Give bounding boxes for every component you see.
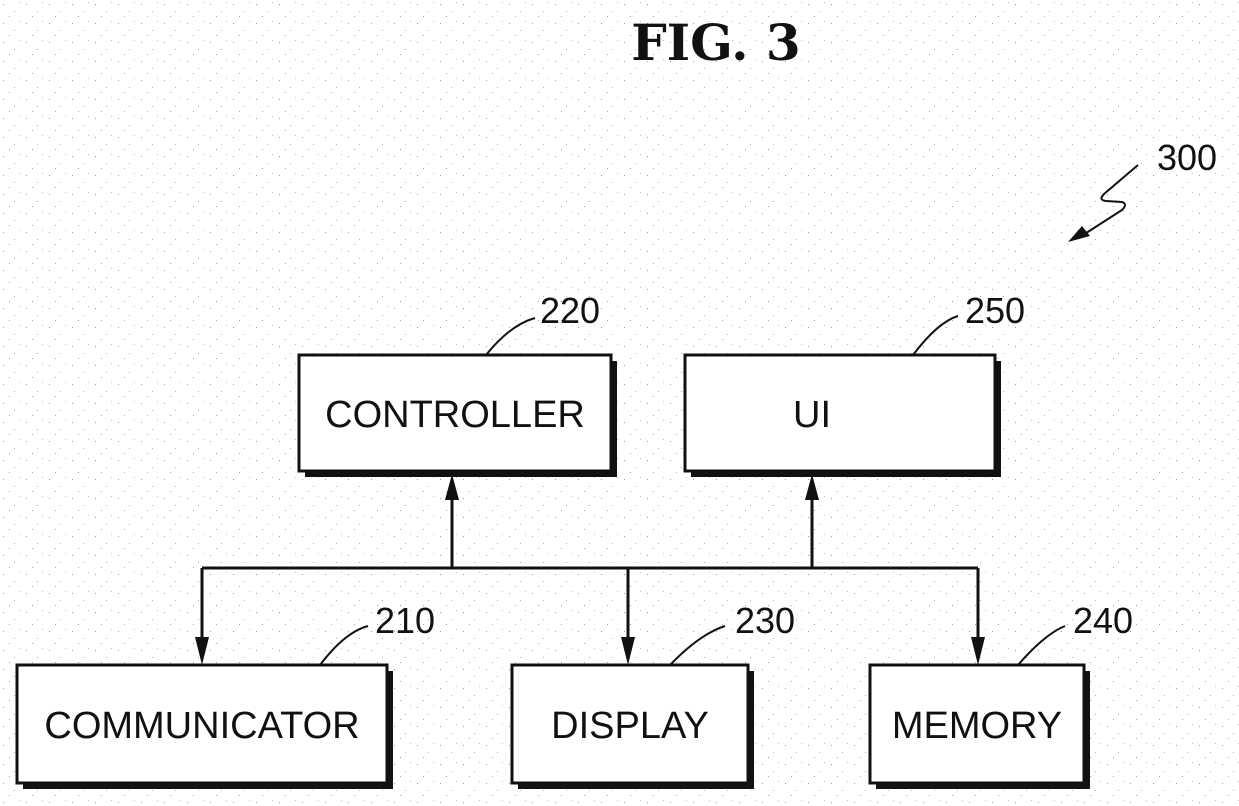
communicator-label: COMMUNICATOR — [44, 705, 359, 747]
block-diagram: FIG. 3 300 CONTROLLER 220 UI 250 COMMUNI… — [0, 0, 1239, 806]
memory-label: MEMORY — [892, 705, 1062, 747]
communicator-ref: 210 — [375, 600, 435, 641]
display-label: DISPLAY — [551, 705, 709, 747]
display-ref: 230 — [735, 600, 795, 641]
figure-title: FIG. 3 — [631, 13, 800, 72]
ui-label: UI — [793, 394, 831, 436]
ui-box — [683, 353, 997, 473]
ui-ref: 250 — [965, 290, 1025, 331]
controller-ref: 220 — [540, 290, 600, 331]
reference-300-label: 300 — [1157, 137, 1217, 178]
memory-ref: 240 — [1073, 600, 1133, 641]
controller-label: CONTROLLER — [325, 394, 585, 436]
